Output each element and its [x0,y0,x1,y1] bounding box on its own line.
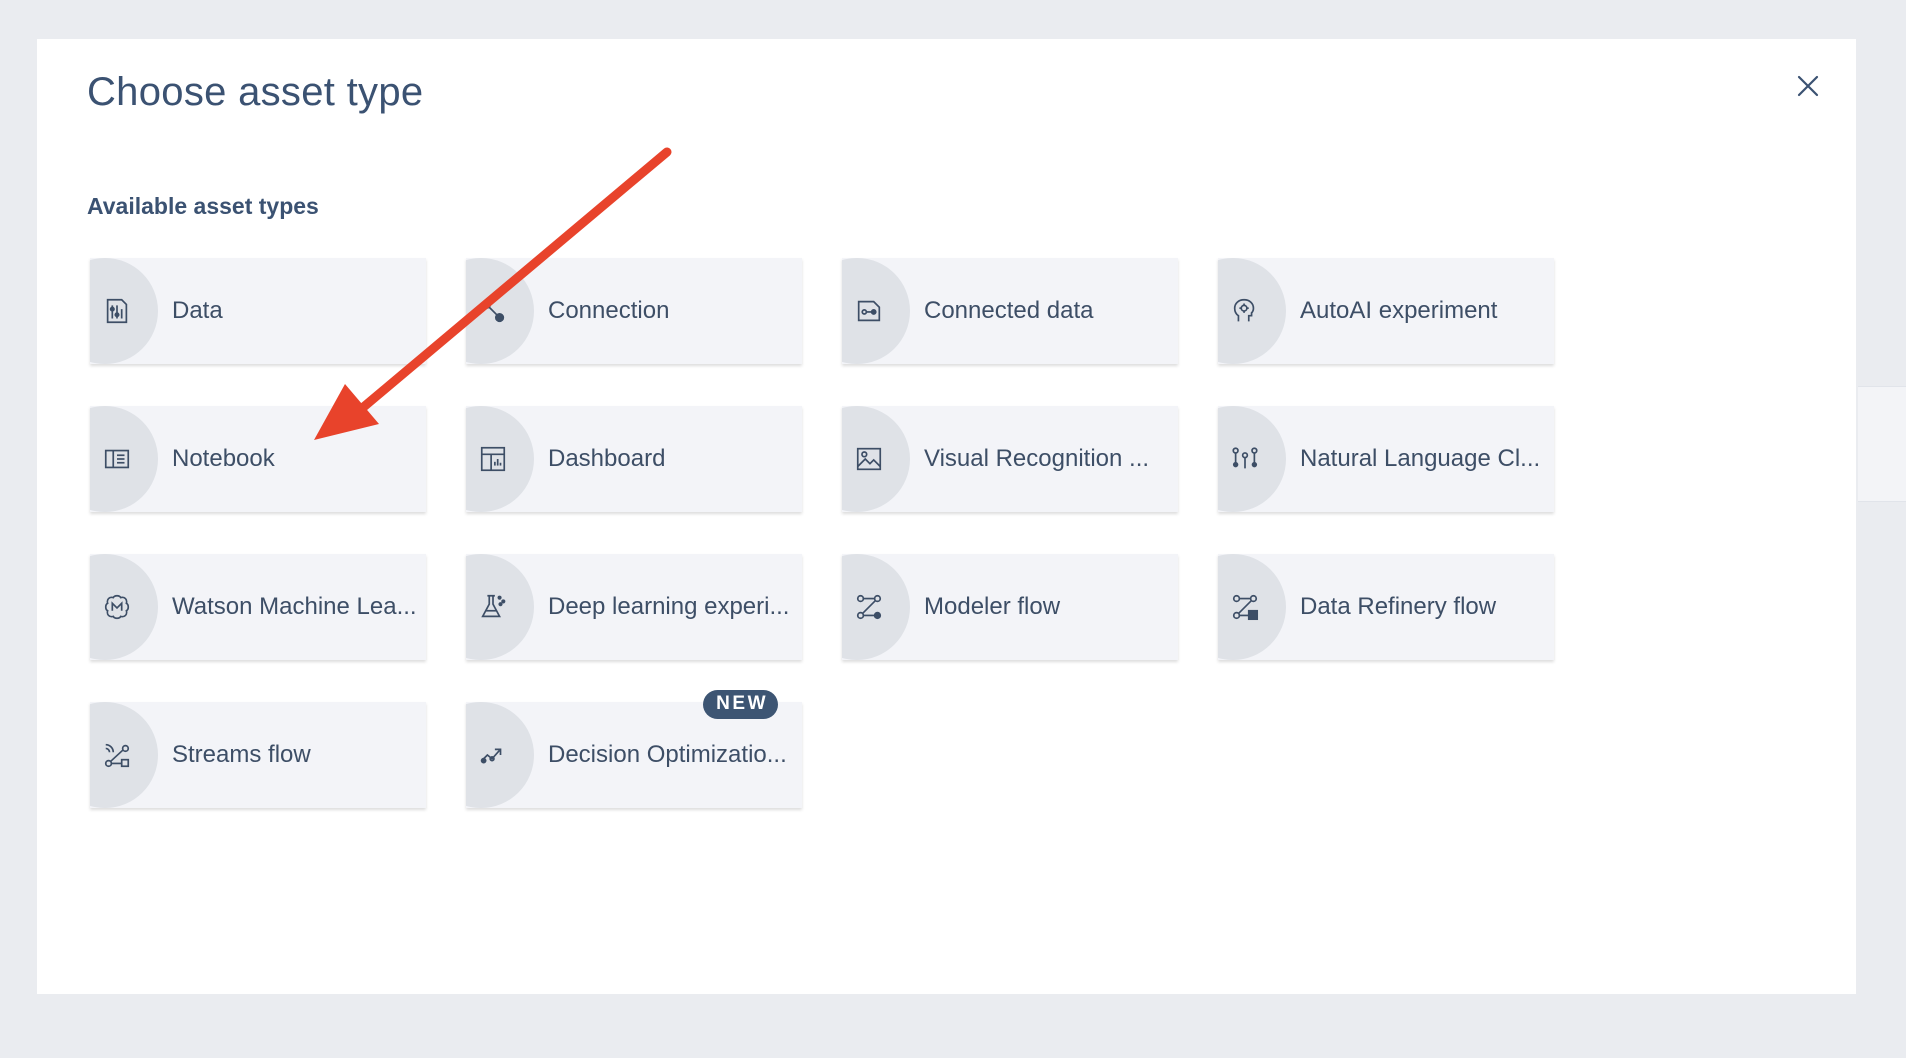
tile-label: Streams flow [172,741,311,768]
tile-label: Deep learning experi... [548,593,790,620]
tile-decision-optimization[interactable]: NEW Decision Optimizatio... [466,690,802,808]
choose-asset-type-modal: Choose asset type Available asset types … [37,39,1856,994]
machine-learning-icon [101,591,133,623]
tile-dashboard[interactable]: Dashboard [466,406,802,512]
tile-notebook[interactable]: Notebook [90,406,426,512]
tile-visual-recognition[interactable]: Visual Recognition ... [842,406,1178,512]
tile-natural-language[interactable]: Natural Language Cl... [1218,406,1554,512]
flow-icon [853,591,885,623]
tile-label: Data Refinery flow [1300,593,1497,620]
tile-label: Data [172,297,223,324]
tile-label: Watson Machine Lea... [172,593,417,620]
background-panel-edge [1858,386,1906,502]
tile-data[interactable]: Data [90,258,426,364]
notebook-icon [101,443,133,475]
natural-language-icon [1229,443,1261,475]
tile-streams-flow[interactable]: Streams flow [90,702,426,808]
flask-icon [477,591,509,623]
close-button[interactable] [1790,68,1826,104]
visual-recognition-icon [853,443,885,475]
refinery-flow-icon [1229,591,1261,623]
tile-label: Natural Language Cl... [1300,445,1541,472]
close-icon [1797,75,1819,97]
tile-label: Dashboard [548,445,666,472]
data-icon [101,295,133,327]
streams-flow-icon [101,739,133,771]
tile-data-refinery-flow[interactable]: Data Refinery flow [1218,554,1554,660]
autoai-icon [1229,295,1261,327]
connected-data-icon [853,295,885,327]
tile-connection[interactable]: Connection [466,258,802,364]
tile-label: Visual Recognition ... [924,445,1150,472]
tile-watson-machine-learning[interactable]: Watson Machine Lea... [90,554,426,660]
section-title: Available asset types [87,193,319,219]
tile-label: AutoAI experiment [1300,297,1498,324]
tile-label: Modeler flow [924,593,1061,620]
asset-type-grid: Data Connection Connected data AutoAI ex… [90,258,1554,808]
tile-modeler-flow[interactable]: Modeler flow [842,554,1178,660]
modal-title: Choose asset type [87,70,424,114]
tile-deep-learning-experiment[interactable]: Deep learning experi... [466,554,802,660]
tile-connected-data[interactable]: Connected data [842,258,1178,364]
new-badge: NEW [703,690,778,719]
tile-label: Connection [548,297,670,324]
tile-label: Notebook [172,445,275,472]
tile-autoai-experiment[interactable]: AutoAI experiment [1218,258,1554,364]
decision-icon [477,739,509,771]
dashboard-icon [477,443,509,475]
connection-icon [477,295,509,327]
tile-label: Connected data [924,297,1094,324]
